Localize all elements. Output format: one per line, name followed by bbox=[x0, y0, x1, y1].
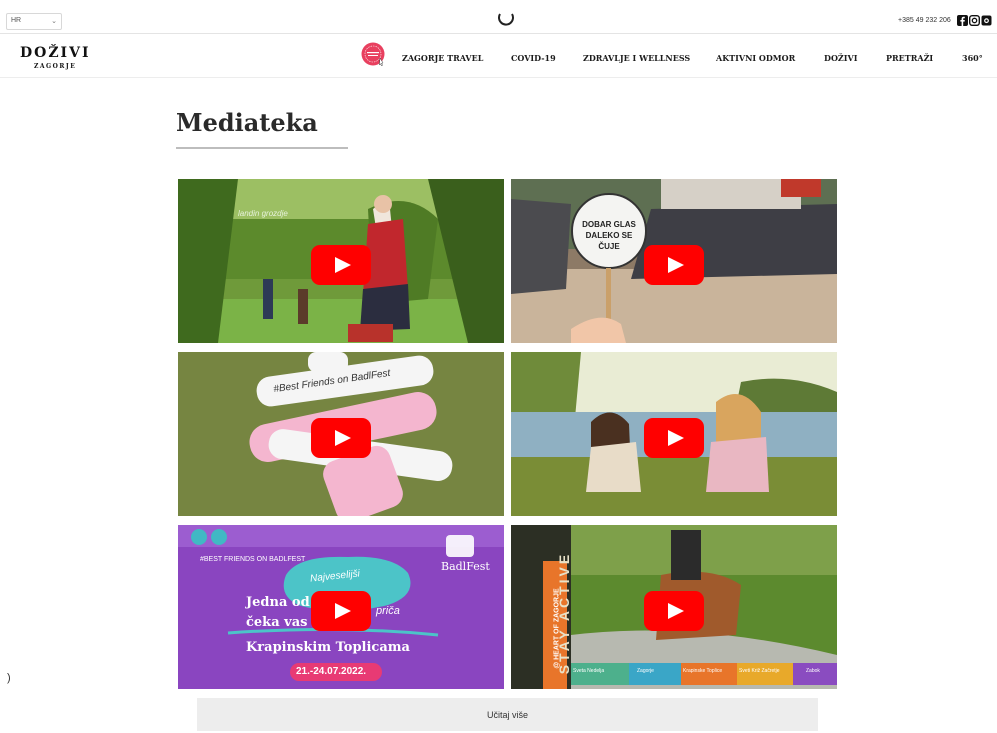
youtube-play-icon[interactable] bbox=[644, 418, 704, 458]
video-tile-lake-sunset[interactable] bbox=[511, 352, 837, 516]
video-overlay-text: landin grozdje bbox=[238, 209, 288, 218]
location-tag: Sveta Nedelja bbox=[573, 668, 605, 674]
nav-item-aktivni-odmor[interactable]: AKTIVNI ODMOR bbox=[716, 53, 795, 63]
nav-item-pretrazi[interactable]: PRETRAŽI bbox=[886, 53, 933, 63]
nav-item-360[interactable]: 360° bbox=[962, 53, 983, 63]
poster-hashtag: #BEST FRIENDS ON BADLFEST bbox=[200, 556, 306, 563]
nav-item-dozivi[interactable]: DOŽIVI bbox=[824, 53, 857, 63]
location-tag: Sveti Križ Začretje bbox=[739, 668, 780, 674]
language-value: HR bbox=[11, 17, 22, 24]
phone-number[interactable]: +385 49 232 206 bbox=[898, 17, 951, 24]
loading-spinner-icon bbox=[498, 13, 514, 26]
site-logo-subtitle: ZAGORJE bbox=[34, 63, 77, 70]
instagram-icon[interactable] bbox=[969, 15, 980, 26]
location-tag: Zagorje bbox=[637, 668, 654, 674]
site-logo[interactable]: DOŽIVI bbox=[20, 45, 91, 61]
page-edge-mark: ) bbox=[7, 672, 11, 684]
nav-item-covid[interactable]: COVID-19 bbox=[511, 53, 556, 63]
youtube-play-icon[interactable] bbox=[311, 418, 371, 458]
nav-item-zdravlje-wellness[interactable]: ZDRAVLJE I WELLNESS bbox=[583, 53, 690, 63]
facebook-icon[interactable] bbox=[957, 15, 968, 26]
youtube-play-icon[interactable] bbox=[311, 245, 371, 285]
camera-icon[interactable] bbox=[981, 15, 992, 26]
video-tile-horse-ride[interactable]: STAY ACTIVE @ HEART OF ZAGORJE Sveta Ned… bbox=[511, 525, 837, 689]
poster-line-1: Jedna od bbox=[246, 595, 310, 610]
poster-line-2: priča bbox=[376, 605, 400, 617]
main-navigation: DOŽIVI ZAGORJE ZAGORJE TRAVEL COVID-19 Z… bbox=[0, 36, 997, 78]
page-title: Mediateka bbox=[176, 108, 318, 137]
video-tile-festival-crowd[interactable]: DOBAR GLAS DALEKO SE ČUJE bbox=[511, 179, 837, 343]
video-tile-badlfest-poster[interactable]: #BEST FRIENDS ON BADLFEST Najveselijši J… bbox=[178, 525, 504, 689]
youtube-play-icon[interactable] bbox=[644, 245, 704, 285]
video-overlay-text: DOBAR GLAS DALEKO SE ČUJE bbox=[582, 220, 636, 251]
banner-tagline: @ HEART OF ZAGORJE bbox=[553, 588, 561, 669]
video-tile-wristbands[interactable]: #Best Friends on BadlFest bbox=[178, 352, 504, 516]
location-tag: Krapinske Toplice bbox=[683, 668, 723, 674]
title-underline bbox=[176, 147, 348, 149]
load-more-button[interactable]: Učitaj više bbox=[197, 698, 818, 731]
chevron-down-icon: ⌄ bbox=[51, 18, 57, 25]
youtube-play-icon[interactable] bbox=[644, 591, 704, 631]
poster-date: 21.-24.07.2022. bbox=[296, 666, 367, 677]
location-tag: Zabok bbox=[806, 668, 820, 674]
youtube-play-icon[interactable] bbox=[311, 591, 371, 631]
video-tile-grape-harvest[interactable]: landin grozdje bbox=[178, 179, 504, 343]
nav-item-zagorje-travel[interactable]: ZAGORJE TRAVEL bbox=[402, 53, 483, 63]
promo-badge-icon[interactable] bbox=[361, 42, 387, 68]
top-utility-bar: HR ⌄ +385 49 232 206 bbox=[0, 10, 997, 34]
poster-location: Krapinskim Toplicama bbox=[246, 640, 410, 655]
poster-brand: BadlFest bbox=[441, 560, 490, 573]
language-select[interactable]: HR ⌄ bbox=[6, 13, 62, 30]
